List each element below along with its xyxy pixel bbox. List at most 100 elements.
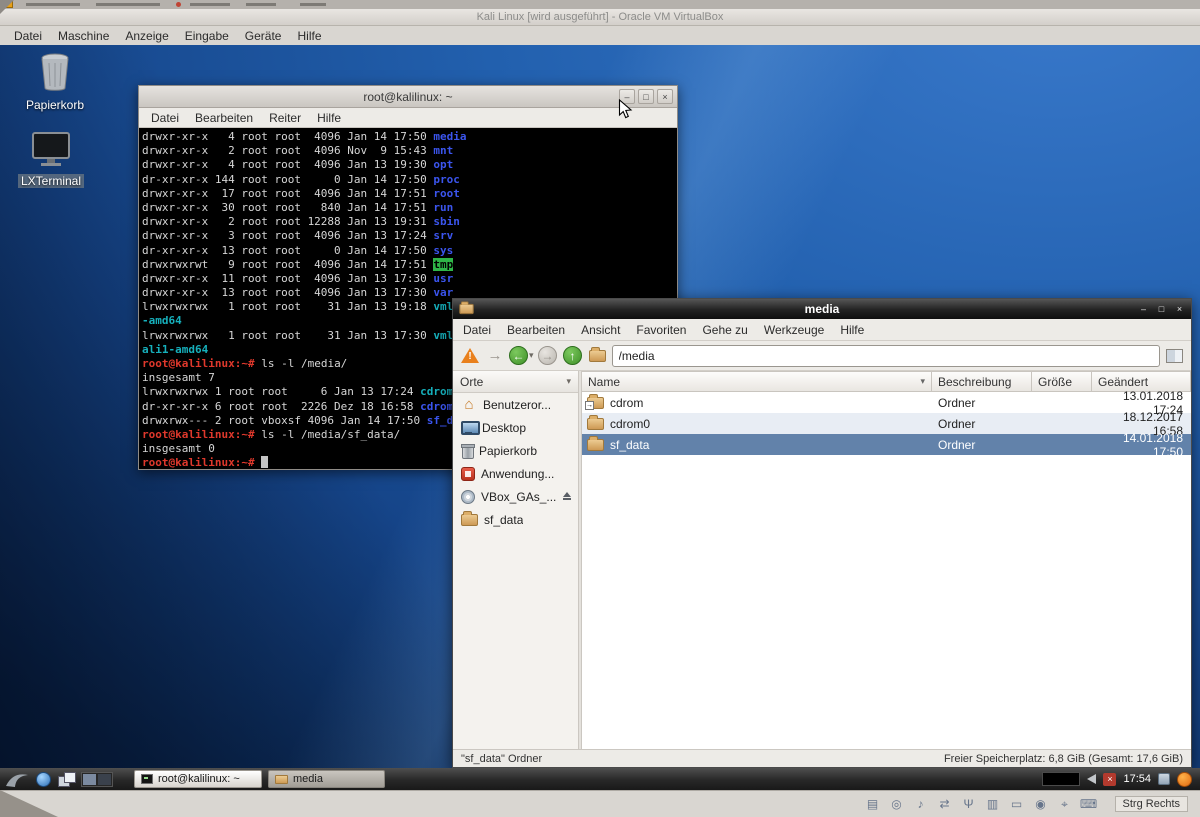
column-header-beschreibung[interactable]: Beschreibung	[932, 371, 1032, 392]
audio-icon[interactable]: ♪	[913, 796, 929, 812]
workspace-1[interactable]	[83, 774, 96, 785]
home-icon	[461, 397, 477, 413]
maximize-button[interactable]: □	[638, 89, 654, 104]
terminal-menu-datei[interactable]: Datei	[143, 109, 187, 127]
close-button[interactable]: ×	[657, 89, 673, 104]
terminal-window-title: root@kalilinux: ~	[139, 90, 677, 104]
path-input[interactable]	[612, 345, 1160, 367]
cpu-monitor[interactable]	[1042, 772, 1080, 786]
fm-titlebar[interactable]: media –□×	[453, 299, 1191, 319]
desktop-icon-papierkorb[interactable]: Papierkorb	[16, 51, 94, 112]
desktop-icon-label: LXTerminal	[12, 174, 90, 188]
keyboard-icon[interactable]: ⌨	[1081, 796, 1097, 812]
terminal-menu-bearbeiten[interactable]: Bearbeiten	[187, 109, 261, 127]
usb-icon[interactable]: Ψ	[961, 796, 977, 812]
maximize-button[interactable]: □	[1155, 302, 1168, 315]
windows-icon[interactable]	[58, 772, 74, 786]
logout-button[interactable]	[1177, 772, 1192, 787]
vbox-menu-datei[interactable]: Datei	[6, 27, 50, 45]
fm-menu-bearbeiten[interactable]: Bearbeiten	[499, 321, 573, 339]
file-name-cell: →cdrom	[582, 396, 932, 410]
web-browser-icon[interactable]	[36, 772, 51, 787]
place-papierkorb[interactable]: Papierkorb	[453, 439, 578, 462]
place-vbox-gas-[interactable]: VBox_GAs_...	[453, 485, 578, 508]
place-sf-data[interactable]: sf_data	[453, 508, 578, 531]
terminal-menubar: DateiBearbeitenReiterHilfe	[139, 108, 677, 128]
fm-content: Orte ▾ Benutzeror... Desktop Papierkorb Anw…	[453, 371, 1191, 749]
file-list-pane: Name▾BeschreibungGrößeGeändert →cdromOrd…	[582, 371, 1191, 749]
taskbar-window-root-kalilinux-[interactable]: root@kalilinux: ~	[134, 770, 262, 788]
place-label: Desktop	[482, 421, 526, 435]
column-label: Beschreibung	[938, 375, 1011, 389]
vbox-menu-anzeige[interactable]: Anzeige	[117, 27, 176, 45]
task-label: root@kalilinux: ~	[158, 773, 240, 785]
network-icon[interactable]: ⇄	[937, 796, 953, 812]
clock[interactable]: 17:54	[1123, 773, 1151, 785]
warning-icon[interactable]	[459, 344, 481, 368]
folder-icon	[459, 304, 473, 314]
terminal-line: dr-xr-xr-x 144 root root 0 Jan 14 17:50 …	[142, 173, 677, 187]
folder-icon	[587, 418, 604, 430]
taskbar-window-media[interactable]: media	[268, 770, 385, 788]
vbox-status-icons: ▤ ◎ ♪ ⇄ Ψ ▥ ▭ ◉ ⌖ ⌨	[865, 796, 1097, 812]
fm-menu-datei[interactable]: Datei	[455, 321, 499, 339]
file-name-cell: cdrom0	[582, 417, 932, 431]
up-icon[interactable]: ↑	[562, 344, 584, 368]
fm-menu-hilfe[interactable]: Hilfe	[832, 321, 872, 339]
minimize-button[interactable]: –	[1137, 302, 1150, 315]
column-header-größe[interactable]: Größe	[1032, 371, 1092, 392]
vbox-menu-eingabe[interactable]: Eingabe	[177, 27, 237, 45]
fm-menu-favoriten[interactable]: Favoriten	[628, 321, 694, 339]
fm-statusbar: "sf_data" Ordner Freier Speicherplatz: 6…	[453, 749, 1191, 767]
place-label: Benutzeror...	[483, 398, 551, 412]
terminal-titlebar[interactable]: root@kalilinux: ~ –□×	[139, 86, 677, 108]
kali-menu-icon[interactable]	[5, 771, 29, 788]
close-button[interactable]: ×	[1173, 302, 1186, 315]
place-label: Anwendung...	[481, 467, 554, 481]
forward-icon[interactable]: →	[537, 344, 559, 368]
column-label: Größe	[1038, 375, 1072, 389]
terminal-line: dr-xr-xr-x 13 root root 0 Jan 14 17:50 s…	[142, 244, 677, 258]
mouse-icon[interactable]: ⌖	[1057, 796, 1073, 812]
fm-menu-ansicht[interactable]: Ansicht	[573, 321, 628, 339]
terminal-menu-reiter[interactable]: Reiter	[261, 109, 309, 127]
volume-icon[interactable]	[1087, 774, 1096, 784]
host-fragment	[246, 3, 276, 6]
vbox-menu-hilfe[interactable]: Hilfe	[289, 27, 329, 45]
home-icon[interactable]	[587, 344, 609, 368]
shared-folders-icon[interactable]: ▥	[985, 796, 1001, 812]
column-header-name[interactable]: Name▾	[582, 371, 932, 392]
vbox-menu-maschine[interactable]: Maschine	[50, 27, 117, 45]
back-icon[interactable]: ←▾	[509, 344, 534, 368]
terminal-menu-hilfe[interactable]: Hilfe	[309, 109, 349, 127]
file-row-sf-data[interactable]: sf_dataOrdner14.01.2018 17:50	[582, 434, 1191, 455]
place-anwendung-[interactable]: Anwendung...	[453, 462, 578, 485]
vbox-menu-geräte[interactable]: Geräte	[237, 27, 290, 45]
file-name: cdrom	[610, 396, 643, 410]
folder-icon	[275, 775, 288, 784]
place-benutzeror-[interactable]: Benutzeror...	[453, 393, 578, 416]
file-modified: 14.01.2018 17:50	[1092, 431, 1191, 459]
place-label: sf_data	[484, 513, 523, 527]
column-label: Name	[588, 375, 620, 389]
place-desktop[interactable]: Desktop	[453, 416, 578, 439]
video-capture-icon[interactable]: ◉	[1033, 796, 1049, 812]
dual-pane-icon[interactable]	[1163, 344, 1185, 368]
hard-disk-icon[interactable]: ▤	[865, 796, 881, 812]
display-icon[interactable]: ▭	[1009, 796, 1025, 812]
fm-menu-gehe-zu[interactable]: Gehe zu	[694, 321, 755, 339]
network-tray-icon[interactable]: ×	[1103, 773, 1116, 786]
nav-arrow-icon[interactable]: →	[484, 344, 506, 368]
fm-menu-werkzeuge[interactable]: Werkzeuge	[756, 321, 832, 339]
screensaver-icon[interactable]	[1158, 773, 1170, 785]
eject-icon[interactable]	[562, 491, 573, 502]
host-fragment	[300, 3, 326, 6]
file-description: Ordner	[932, 396, 1032, 410]
file-name: cdrom0	[610, 417, 650, 431]
places-header[interactable]: Orte ▾	[453, 371, 578, 393]
workspace-pager[interactable]	[81, 772, 113, 787]
file-manager-window: media –□× DateiBearbeitenAnsichtFavorite…	[452, 298, 1192, 768]
workspace-2[interactable]	[98, 774, 111, 785]
optical-disk-icon[interactable]: ◎	[889, 796, 905, 812]
desktop-icon-lxterminal[interactable]: LXTerminal	[12, 131, 90, 188]
